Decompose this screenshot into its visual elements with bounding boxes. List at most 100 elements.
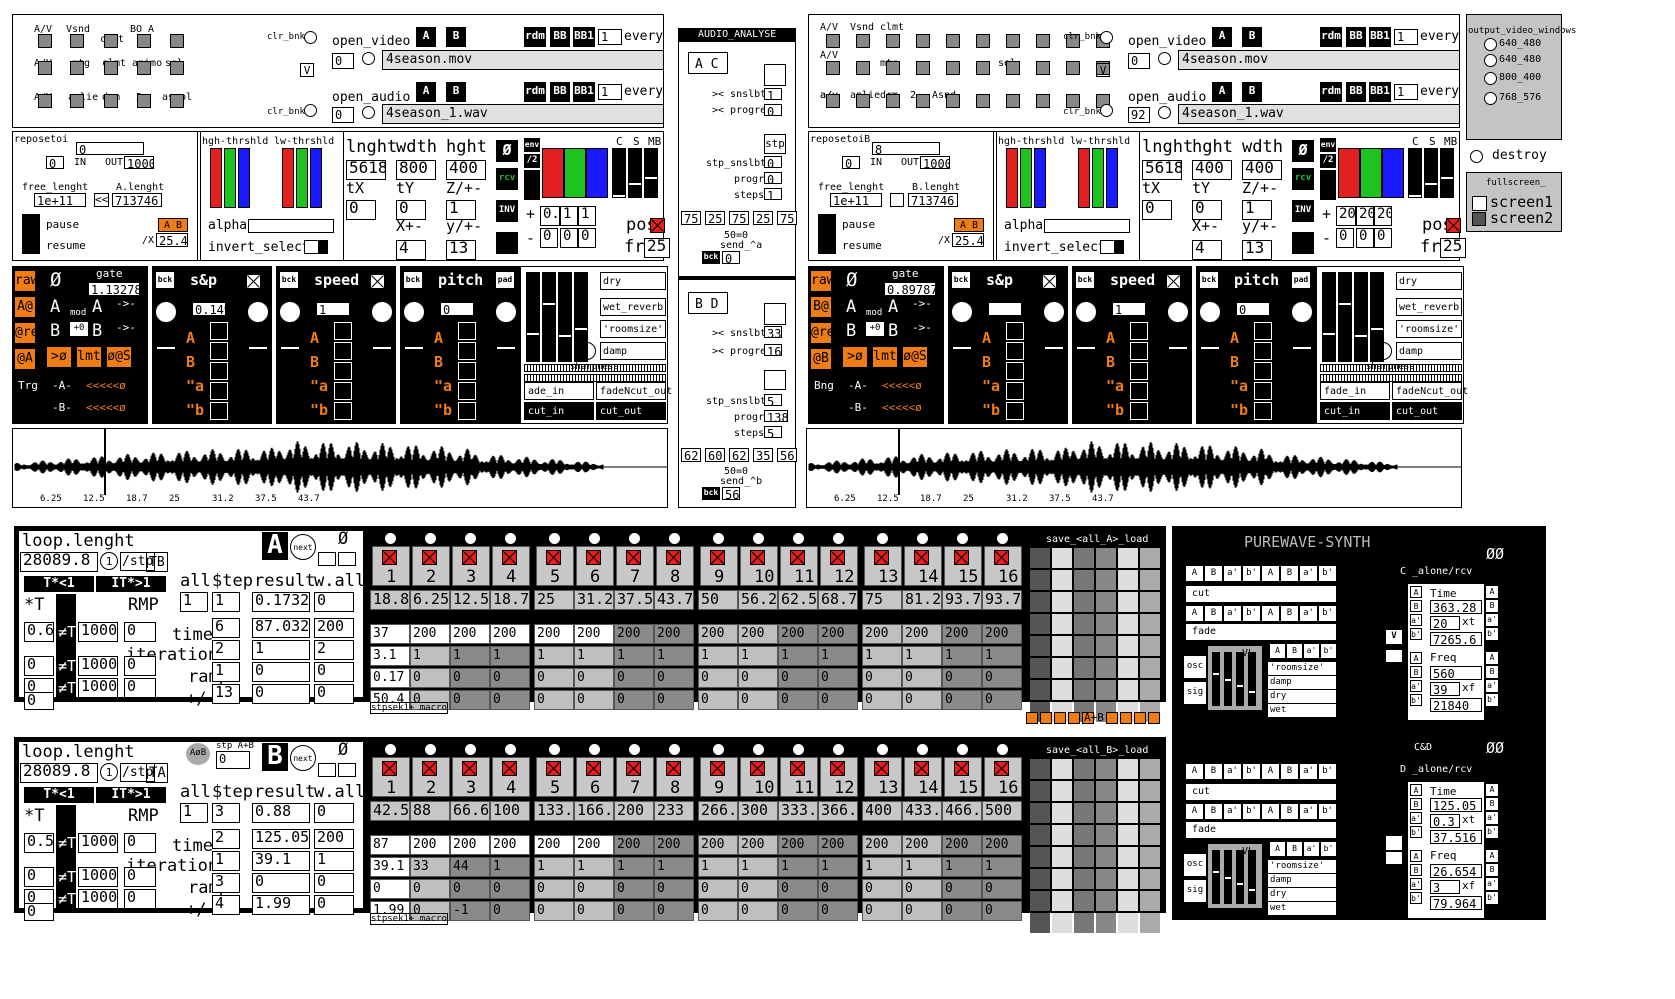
save-slot[interactable] <box>1118 592 1138 612</box>
raw-button[interactable]: raw <box>810 270 834 292</box>
synth-mini-tab[interactable]: a' <box>1304 644 1319 658</box>
step-cell[interactable]: 62.5 <box>778 590 818 610</box>
c-slider[interactable] <box>1408 148 1422 198</box>
fr-value[interactable]: 25 <box>1440 238 1466 258</box>
synth-tab[interactable]: b' <box>1319 566 1336 581</box>
grid-step-value[interactable]: 1 <box>212 851 240 871</box>
pos-close[interactable] <box>650 218 665 233</box>
step-cell[interactable]: 200 <box>490 624 530 644</box>
av-bang-toggle[interactable] <box>38 61 52 75</box>
step-toggle[interactable] <box>546 550 561 565</box>
side-tab[interactable]: b' <box>1410 826 1422 838</box>
save-slot[interactable] <box>1052 680 1072 700</box>
step-cell[interactable]: 68.7 <box>818 590 858 610</box>
ab-toggle[interactable]: A B <box>954 218 984 232</box>
step-bang[interactable] <box>548 532 561 545</box>
av-bang-toggle[interactable] <box>946 34 960 48</box>
synth-tab[interactable]: B <box>1281 606 1298 621</box>
step-cell[interactable]: 0 <box>862 690 902 710</box>
rdm-button[interactable]: rdm <box>524 82 546 102</box>
step-cell[interactable]: 0 <box>982 690 1022 710</box>
left-extra-value[interactable]: 0 <box>24 692 54 710</box>
step-cell[interactable]: 1 <box>410 646 450 666</box>
step-cell[interactable]: 0 <box>534 901 574 921</box>
av-bang-toggle[interactable] <box>70 94 84 108</box>
synth-tab[interactable]: B <box>1205 764 1222 779</box>
step-toggle[interactable] <box>830 550 845 565</box>
step-cell[interactable]: 400 <box>862 801 902 821</box>
step-cell[interactable]: 1 <box>778 857 818 877</box>
window-size-bang[interactable] <box>1484 38 1497 51</box>
step-cell[interactable]: 0 <box>410 668 450 688</box>
step-toggle[interactable] <box>626 761 641 776</box>
av-bang-toggle[interactable] <box>104 34 118 48</box>
synth-mini-tab[interactable]: A <box>1270 842 1285 856</box>
env-button[interactable]: env <box>1320 138 1336 152</box>
av-bang-toggle[interactable] <box>38 34 52 48</box>
step-toggle[interactable] <box>710 550 725 565</box>
step-toggle[interactable] <box>502 550 517 565</box>
step-bang[interactable] <box>504 743 517 756</box>
rgb-red-bar[interactable] <box>1338 148 1360 198</box>
side-tab[interactable]: a' <box>1486 878 1498 890</box>
length-value[interactable]: 713746 <box>908 193 958 207</box>
time-value-3[interactable]: 7265.6 <box>1430 632 1482 646</box>
step-cell[interactable]: 0 <box>450 879 490 899</box>
step-cell[interactable]: 31.2 <box>574 590 614 610</box>
av-bang-toggle[interactable] <box>886 34 900 48</box>
synth-tab[interactable]: a' <box>1300 566 1317 581</box>
freq-value-3[interactable]: 79.964 <box>1430 896 1482 910</box>
minus-value-3[interactable]: 0 <box>1374 228 1392 248</box>
save-slot[interactable] <box>1140 891 1160 911</box>
av-bang-toggle[interactable] <box>976 94 990 108</box>
save-slot[interactable] <box>1096 614 1116 634</box>
side-tab[interactable]: A <box>1486 652 1498 664</box>
av-bang-toggle[interactable] <box>886 94 900 108</box>
synth-roomsize[interactable]: 'roomsize' <box>1268 860 1336 873</box>
save-slot[interactable] <box>1140 570 1160 590</box>
analyse-row-value[interactable]: 35 <box>753 448 773 462</box>
save-slot[interactable] <box>1140 759 1160 779</box>
invert-toggle[interactable] <box>1100 240 1124 254</box>
step-cell[interactable]: 0 <box>818 668 858 688</box>
save-slot[interactable] <box>1140 913 1160 933</box>
step-cell[interactable]: 1 <box>534 857 574 877</box>
pitch-bang-2[interactable] <box>496 302 516 322</box>
step-bang[interactable] <box>832 743 845 756</box>
xpm-value[interactable]: 4 <box>1192 240 1222 260</box>
step-bang[interactable] <box>668 532 681 545</box>
freq-value-2[interactable]: 3 <box>1430 880 1460 894</box>
synth-tab[interactable]: A <box>1186 764 1203 779</box>
av-bang-toggle[interactable] <box>916 94 930 108</box>
step-cell[interactable]: 0 <box>614 879 654 899</box>
ab-bar-cell[interactable] <box>1040 712 1052 724</box>
save-slot[interactable] <box>1052 592 1072 612</box>
speed-step-box[interactable] <box>1130 402 1148 420</box>
grid-result-value[interactable]: 0 <box>252 873 310 893</box>
save-slot[interactable] <box>1074 592 1094 612</box>
osc-button[interactable]: osc <box>1184 656 1206 678</box>
step-bang[interactable] <box>792 743 805 756</box>
step-cell[interactable]: 333. <box>778 801 818 821</box>
pitch-step-box[interactable] <box>1254 362 1272 380</box>
analyse-row-value[interactable]: 25 <box>705 211 725 225</box>
synth-mini-tab[interactable]: b' <box>1321 842 1336 856</box>
v-button[interactable]: V <box>1386 630 1402 644</box>
step-toggle[interactable] <box>462 550 477 565</box>
result-value[interactable]: 0.1732 <box>252 592 310 612</box>
phi-s-button[interactable]: ø@S <box>902 346 928 368</box>
progr-value[interactable]: 0 <box>764 172 782 184</box>
sp-step-box[interactable] <box>210 362 228 380</box>
save-slot[interactable] <box>1074 803 1094 823</box>
step-toggle[interactable] <box>750 550 765 565</box>
save-slot[interactable] <box>1118 913 1138 933</box>
save-slot[interactable] <box>1052 803 1072 823</box>
step-cell[interactable]: 0 <box>574 901 614 921</box>
sig-button[interactable]: sig <box>1184 880 1206 902</box>
every-number[interactable]: 1 <box>1394 84 1418 100</box>
every-number[interactable]: 1 <box>598 84 622 100</box>
step-bang[interactable] <box>384 532 397 545</box>
audio-b-button[interactable]: B <box>446 82 466 102</box>
synth-mini-tab[interactable]: B <box>1287 644 1302 658</box>
analyse-row-value[interactable]: 75 <box>777 211 797 225</box>
